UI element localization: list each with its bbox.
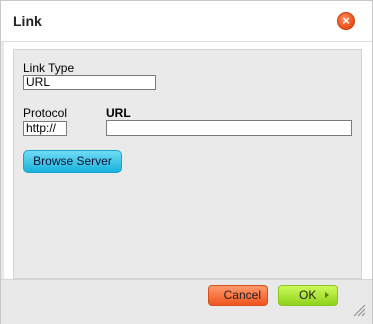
link-type-select[interactable]: URL xyxy=(23,75,156,90)
url-label: URL xyxy=(106,106,131,120)
ok-label: OK xyxy=(299,288,317,302)
cancel-button[interactable]: Cancel xyxy=(208,285,268,306)
protocol-label: Protocol xyxy=(23,106,68,120)
dialog-title: Link xyxy=(13,13,42,29)
link-type-label: Link Type xyxy=(23,61,75,75)
ok-button[interactable]: OK xyxy=(278,285,338,306)
browse-server-button[interactable]: Browse Server xyxy=(23,150,122,173)
resize-grip-icon[interactable] xyxy=(352,303,366,317)
protocol-select[interactable]: http:// xyxy=(23,121,67,136)
url-input[interactable] xyxy=(106,120,352,136)
chevron-right-icon xyxy=(325,292,329,298)
close-icon[interactable]: × xyxy=(337,12,355,30)
left-strip xyxy=(1,42,4,284)
dialog-titlebar[interactable]: Link × xyxy=(1,1,372,42)
link-dialog: Link × Link Type URL Protocol http:// UR… xyxy=(0,0,373,324)
